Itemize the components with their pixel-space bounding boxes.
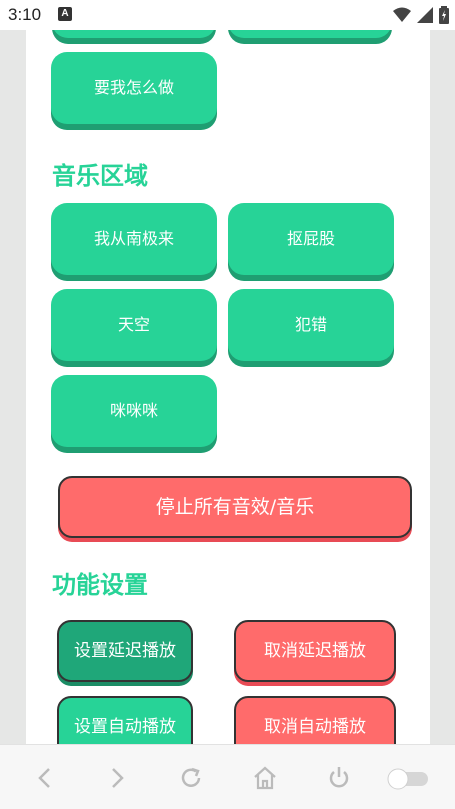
battery-charging-icon xyxy=(439,6,449,24)
status-icons xyxy=(393,5,449,25)
set-delay-play-button[interactable]: 设置延迟播放 xyxy=(57,620,193,682)
wifi-icon xyxy=(393,7,411,22)
signal-icon xyxy=(417,7,433,23)
toggle-icon[interactable] xyxy=(384,763,430,793)
music-button-label: 犯错 xyxy=(294,315,327,334)
back-icon[interactable] xyxy=(30,763,60,793)
status-time: 3:10 xyxy=(8,5,42,24)
home-icon[interactable] xyxy=(250,763,280,793)
settings-section-title: 功能设置 xyxy=(52,571,148,599)
music-button-1[interactable]: 我从南极来 xyxy=(51,203,217,275)
power-icon[interactable] xyxy=(324,763,354,793)
stop-all-button[interactable]: 停止所有音效/音乐 xyxy=(58,476,412,538)
sound-button-partial-left[interactable] xyxy=(52,30,216,38)
music-button-3[interactable]: 天空 xyxy=(51,289,217,361)
music-button-4[interactable]: 犯错 xyxy=(228,289,394,361)
cancel-delay-play-button[interactable]: 取消延迟播放 xyxy=(234,620,396,682)
refresh-icon[interactable] xyxy=(176,763,206,793)
notification-badge-icon: A xyxy=(58,7,72,21)
sound-button-partial-right[interactable] xyxy=(228,30,392,38)
main-content: 要我怎么做 音乐区域 我从南极来 抠屁股 天空 犯错 咪咪咪 停止所有音效/音乐… xyxy=(26,30,430,744)
music-button-label: 咪咪咪 xyxy=(109,401,158,420)
cancel-auto-play-button[interactable]: 取消自动播放 xyxy=(234,696,396,744)
music-button-label: 天空 xyxy=(117,315,150,334)
music-section-title: 音乐区域 xyxy=(52,162,148,190)
status-bar: 3:10 A xyxy=(0,0,455,30)
music-button-2[interactable]: 抠屁股 xyxy=(228,203,394,275)
set-auto-play-button[interactable]: 设置自动播放 xyxy=(57,696,193,744)
music-button-5[interactable]: 咪咪咪 xyxy=(51,375,217,447)
sound-button-label: 要我怎么做 xyxy=(93,78,174,97)
music-button-label: 抠屁股 xyxy=(286,229,335,248)
sound-button-yao-wo[interactable]: 要我怎么做 xyxy=(51,52,217,124)
bottom-nav-bar xyxy=(0,744,455,809)
forward-icon[interactable] xyxy=(102,763,132,793)
music-button-label: 我从南极来 xyxy=(93,229,174,248)
